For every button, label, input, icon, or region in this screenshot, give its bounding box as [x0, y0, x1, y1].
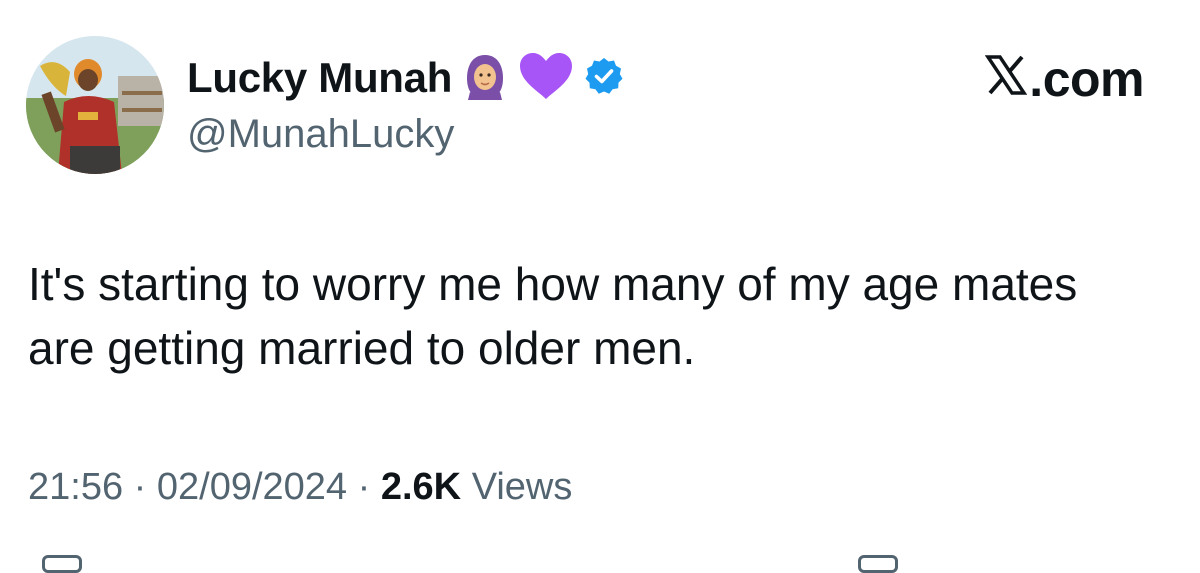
tweet-card: Lucky Munah @MunahLucky .com It's starti… [0, 0, 1200, 573]
views-label: Views [471, 466, 573, 508]
meta-separator: · [357, 466, 381, 508]
views-count: 2.6K [380, 466, 462, 508]
display-name[interactable]: Lucky Munah [187, 54, 452, 102]
brand-mark: .com [985, 50, 1144, 108]
avatar-photo [26, 36, 164, 174]
tweet-time[interactable]: 21:56 [28, 466, 123, 508]
bookmark-icon[interactable] [858, 555, 898, 573]
tweet-meta: 21:56 · 02/09/2024 · 2.6K Views [28, 466, 572, 509]
woman-with-headscarf-icon [462, 52, 508, 105]
author-name-row: Lucky Munah [187, 52, 624, 104]
author-handle[interactable]: @MunahLucky [187, 112, 454, 157]
brand-label: .com [1029, 51, 1144, 107]
x-logo-icon [985, 50, 1028, 108]
purple-heart-icon [518, 51, 574, 106]
tweet-text: It's starting to worry me how many of my… [28, 258, 1078, 374]
tweet-date[interactable]: 02/09/2024 [157, 466, 347, 508]
avatar[interactable] [26, 36, 164, 174]
meta-separator: · [133, 466, 157, 508]
verified-badge-icon [584, 56, 624, 101]
reply-icon[interactable] [42, 555, 82, 573]
